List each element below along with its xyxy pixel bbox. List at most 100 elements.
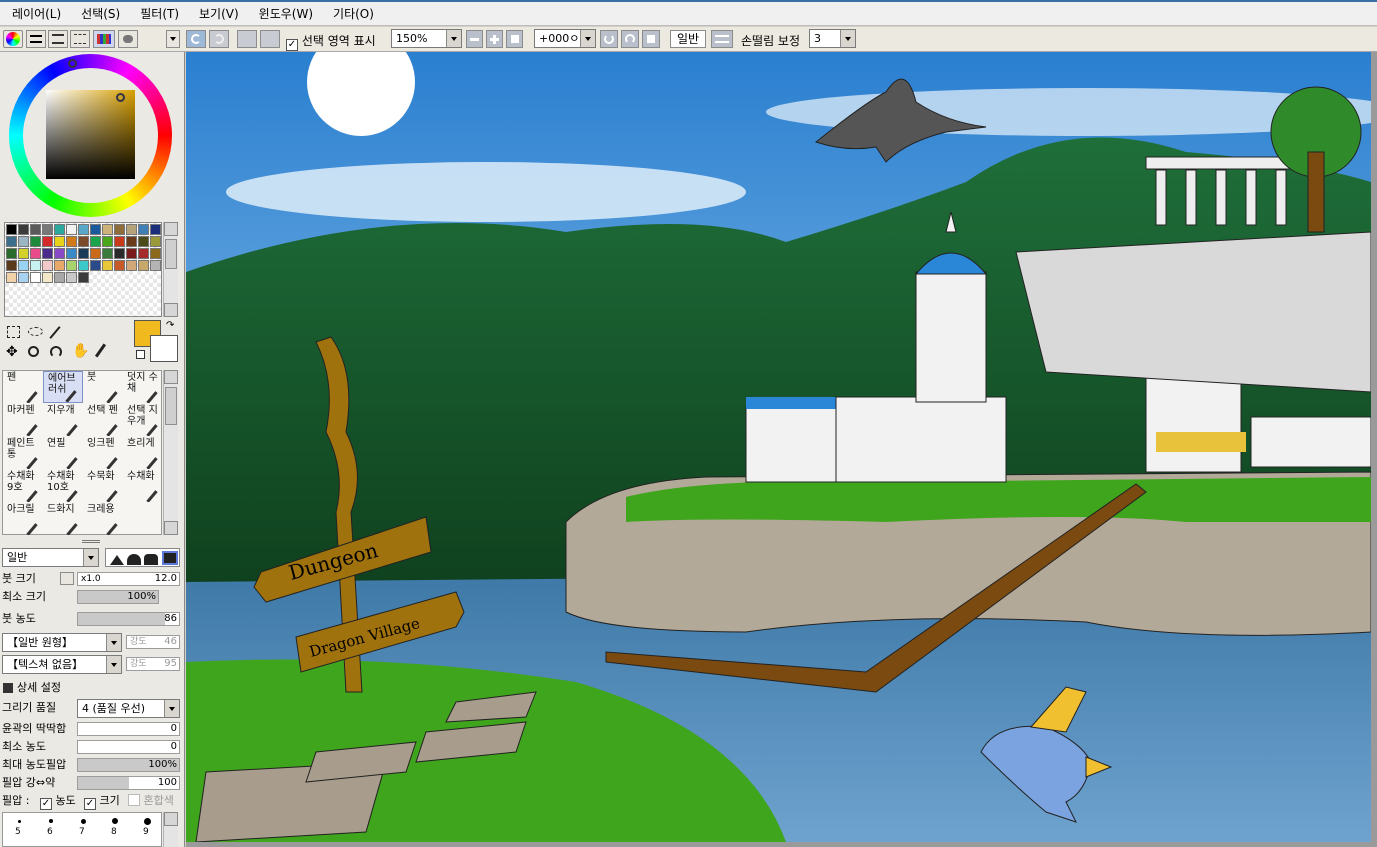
undo-icon[interactable]: [186, 30, 206, 48]
color-swatch[interactable]: [6, 272, 17, 283]
rgb-sliders-tab-icon[interactable]: [26, 30, 46, 48]
scroll-up-icon[interactable]: [164, 370, 178, 384]
hue-marker[interactable]: [68, 59, 77, 68]
move-icon[interactable]: ✥: [6, 345, 18, 359]
magic-wand-icon[interactable]: [49, 326, 61, 339]
swap-colors-icon[interactable]: ↷: [166, 320, 174, 331]
size-preset-dot[interactable]: [112, 818, 118, 824]
color-swatch[interactable]: [78, 224, 89, 235]
color-swatch[interactable]: [90, 260, 101, 271]
zoom-select[interactable]: 150%: [391, 29, 462, 48]
lasso-icon[interactable]: [28, 327, 43, 336]
checkbox-checked-icon[interactable]: ✓: [84, 798, 96, 810]
brush-edge-selector[interactable]: [105, 548, 180, 567]
color-swatch[interactable]: [30, 248, 41, 259]
color-swatch[interactable]: [90, 248, 101, 259]
stabilizer-select[interactable]: 3: [809, 29, 856, 48]
checkbox-checked-icon[interactable]: ✓: [286, 39, 298, 51]
rect-select-icon[interactable]: [7, 326, 20, 338]
rotate-icon[interactable]: [50, 346, 62, 358]
tool-0-1[interactable]: 에어브러쉬: [43, 371, 83, 403]
edge-medium-icon[interactable]: [127, 554, 141, 565]
color-swatch[interactable]: [54, 248, 65, 259]
color-swatch[interactable]: [138, 236, 149, 247]
tool-2-0[interactable]: 페인트 통: [3, 437, 43, 469]
color-swatch[interactable]: [150, 224, 161, 235]
color-swatch[interactable]: [126, 224, 137, 235]
zoom-out-button[interactable]: [466, 30, 483, 48]
color-swatch[interactable]: [126, 260, 137, 271]
color-swatch[interactable]: [42, 272, 53, 283]
color-swatch[interactable]: [102, 248, 113, 259]
menu-window[interactable]: 윈도우(W): [249, 4, 323, 24]
tool-1-2[interactable]: 선택 펜: [83, 404, 123, 436]
menu-others[interactable]: 기타(O): [323, 4, 384, 24]
color-swatch[interactable]: [6, 224, 17, 235]
color-swatch[interactable]: [78, 260, 89, 271]
tool-1-0[interactable]: 마커펜: [3, 404, 43, 436]
panel-menu-chevron-icon[interactable]: [166, 30, 180, 48]
color-swatch[interactable]: [18, 272, 29, 283]
color-swatch[interactable]: [78, 248, 89, 259]
tool-3-3[interactable]: 수채화: [123, 470, 163, 502]
size-dropdown-icon[interactable]: [60, 572, 74, 585]
scratchpad-tab-icon[interactable]: [118, 30, 138, 48]
tool-1-1[interactable]: 지우개: [43, 404, 83, 436]
color-swatch[interactable]: [66, 248, 77, 259]
color-swatch[interactable]: [66, 260, 77, 271]
color-swatch[interactable]: [18, 260, 29, 271]
swatch-tab-icon[interactable]: [93, 30, 115, 48]
scroll-up-icon[interactable]: [164, 222, 178, 236]
scroll-down-icon[interactable]: [164, 521, 178, 535]
color-swatch[interactable]: [30, 260, 41, 271]
menu-layer[interactable]: 레이어(L): [2, 4, 71, 24]
color-swatch[interactable]: [114, 248, 125, 259]
reset-colors-icon[interactable]: [136, 350, 145, 359]
color-swatch[interactable]: [102, 224, 113, 235]
color-swatch[interactable]: [42, 248, 53, 259]
texture-strength-bar[interactable]: 강도 95: [126, 657, 180, 671]
color-swatch[interactable]: [78, 236, 89, 247]
color-swatch[interactable]: [66, 224, 77, 235]
rotate-reset-icon[interactable]: [642, 30, 660, 48]
color-swatch[interactable]: [18, 224, 29, 235]
color-swatch[interactable]: [30, 224, 41, 235]
color-swatch[interactable]: [54, 224, 65, 235]
color-swatch[interactable]: [54, 236, 65, 247]
min-size-bar[interactable]: 100%: [77, 590, 159, 604]
hsv-sliders-tab-icon[interactable]: [48, 30, 68, 48]
brush-shape-select[interactable]: 【일반 원형】: [2, 633, 122, 652]
color-swatch[interactable]: [6, 260, 17, 271]
brush-blend-select[interactable]: 일반: [2, 548, 99, 567]
pressure-strength-bar[interactable]: 100: [77, 776, 180, 790]
color-swatch[interactable]: [18, 236, 29, 247]
color-swatch[interactable]: [114, 224, 125, 235]
color-swatch[interactable]: [126, 248, 137, 259]
splitter-handle[interactable]: [82, 540, 100, 543]
color-swatch[interactable]: [42, 224, 53, 235]
size-preset-dot[interactable]: [80, 818, 86, 824]
redo-icon[interactable]: [209, 30, 229, 48]
eyedropper-icon[interactable]: [94, 343, 107, 358]
edge-soft-icon[interactable]: [110, 555, 124, 565]
shape-strength-bar[interactable]: 강도 46: [126, 635, 180, 649]
color-swatch[interactable]: [42, 260, 53, 271]
edge-square-icon[interactable]: [162, 551, 178, 565]
menu-select[interactable]: 선택(S): [71, 4, 130, 24]
tool-1-3[interactable]: 선택 지우개: [123, 404, 163, 436]
brush-texture-select[interactable]: 【텍스쳐 없음】: [2, 655, 122, 674]
color-swatch[interactable]: [66, 272, 77, 283]
color-swatch[interactable]: [102, 236, 113, 247]
quality-select[interactable]: 4 (품질 우선): [77, 699, 180, 718]
canvas-artwork[interactable]: Dungeon Dragon Village: [186, 52, 1371, 842]
scroll-thumb[interactable]: [165, 387, 177, 425]
size-preset-dot[interactable]: [49, 819, 53, 823]
color-swatch[interactable]: [126, 236, 137, 247]
pressure-size-checkbox[interactable]: ✓ 크기: [84, 792, 120, 810]
color-swatch[interactable]: [78, 272, 89, 283]
size-preset-dot[interactable]: [17, 819, 21, 823]
brush-density-bar[interactable]: 86: [77, 612, 180, 626]
value-marker[interactable]: [116, 93, 125, 102]
secondary-color-swatch[interactable]: [150, 335, 178, 362]
advanced-settings-header[interactable]: 상세 설정: [0, 679, 182, 696]
